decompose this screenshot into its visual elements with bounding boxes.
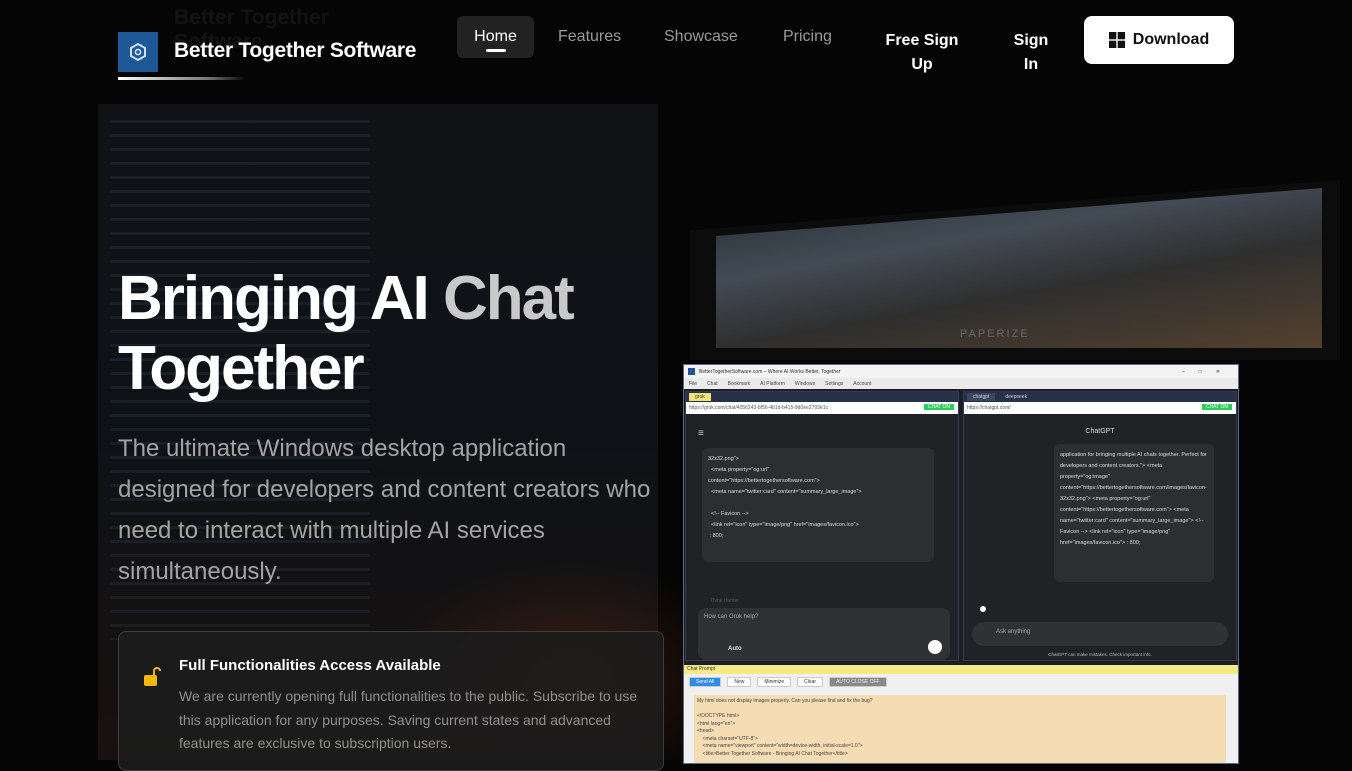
nav-showcase[interactable]: Showcase [648,16,754,58]
hero-title-part1: Bringing AI [118,264,430,333]
nav-pricing[interactable]: Pricing [767,16,848,58]
chatgpt-url: https://chatgpt.com/ [967,405,1011,411]
grok-message: 32x32.png"> <meta property="og:url" cont… [702,448,934,562]
prompt-textarea: My html does not display images properly… [694,695,1226,763]
hero-subtitle: The ultimate Windows desktop application… [118,435,651,585]
hero-title-part2: Chat [443,264,575,333]
app-logo-icon [688,368,695,375]
chatgpt-tab: chatgpt [967,393,996,401]
background-watermark: PAPERIZE [960,328,1030,340]
app-menu-item: AI Platform [760,380,785,387]
notice-title: Full Functionalities Access Available [179,657,441,674]
chat-on-badge: CHAT ON [923,404,954,410]
background-monitor-screen [716,188,1322,348]
app-menu-item: Bookmark [727,380,751,387]
app-menu-item: Windows [794,380,816,387]
auto-close-button: AUTO CLOSE OFF [829,677,887,687]
hexagon-logo-icon [130,43,146,61]
chat-on-badge: CHAT ON [1201,404,1232,410]
app-preview-screenshot: BetterTogetherSoftware.com – Where AI Wo… [683,364,1239,764]
chat-prompt-title: Chat Prompt [684,665,1238,674]
think-harder: Think Harder [710,598,739,604]
minimize-button: Minimize [757,677,792,687]
sign-in-link[interactable]: Sign In [1008,29,1054,77]
notice-body: We are currently opening full functional… [179,688,638,751]
hero-title-part3: Together [118,334,365,403]
logo[interactable] [118,32,158,72]
app-menu-item: Settings [825,380,844,387]
download-button[interactable]: Download [1084,16,1234,64]
app-menu: File Chat Bookmark AI Platform Windows S… [684,378,1238,389]
nav-ghost-brand: Better Together Software [174,6,329,53]
brand-name[interactable]: Better Together Software [174,39,416,63]
nav-features[interactable]: Features [542,16,637,58]
windows-icon [1108,32,1125,48]
app-titlebar: BetterTogetherSoftware.com – Where AI Wo… [684,365,1238,378]
clear-button: Clear [797,677,824,687]
unlock-icon [144,667,161,686]
download-label: Download [1132,31,1210,48]
hero-title: Bringing AI Chat Together [118,264,575,404]
send-all-button: Send All [689,677,722,687]
deepseek-tab: deepseek [1005,394,1028,400]
app-window-title: BetterTogetherSoftware.com – Where AI Wo… [699,368,841,375]
free-signup-link[interactable]: Free Sign Up [880,29,964,77]
grok-pane: grok https://grok.com/chat/4056243-bf56-… [685,391,959,661]
app-menu-item: Chat [707,380,718,387]
window-controls-icon: –□✕ [1182,368,1234,375]
chatgpt-input: Ask anything [972,622,1228,646]
chatgpt-title: ChatGPT [1085,428,1115,435]
access-notice-card: Full Functionalities Access Available We… [118,631,664,771]
chatgpt-disclaimer: ChatGPT can make mistakes. Check importa… [1048,652,1152,657]
chat-prompt-panel: Chat Prompt Send All New Minimize Clear … [684,665,1238,763]
nav-home[interactable]: Home [457,16,534,58]
grok-placeholder: How can Grok help? [704,614,759,620]
grok-tab: grok [689,393,711,401]
menu-icon: ≡ [698,428,704,439]
grok-send-icon [928,640,942,654]
new-button: New [727,677,752,687]
grok-url: https://grok.com/chat/4056243-bf56-4b1d-… [689,405,828,411]
brand-underline [118,77,246,80]
app-menu-item: File [689,380,698,387]
app-menu-item: Account [853,380,872,387]
grok-mode: Auto [728,646,742,652]
chatgpt-message: application for bringing multiple AI cha… [1054,444,1214,582]
loading-dot [980,606,986,612]
grok-input: How can Grok help? Auto [698,608,950,660]
chatgpt-pane: chatgpt deepseek https://chatgpt.com/CHAT… [963,391,1237,661]
